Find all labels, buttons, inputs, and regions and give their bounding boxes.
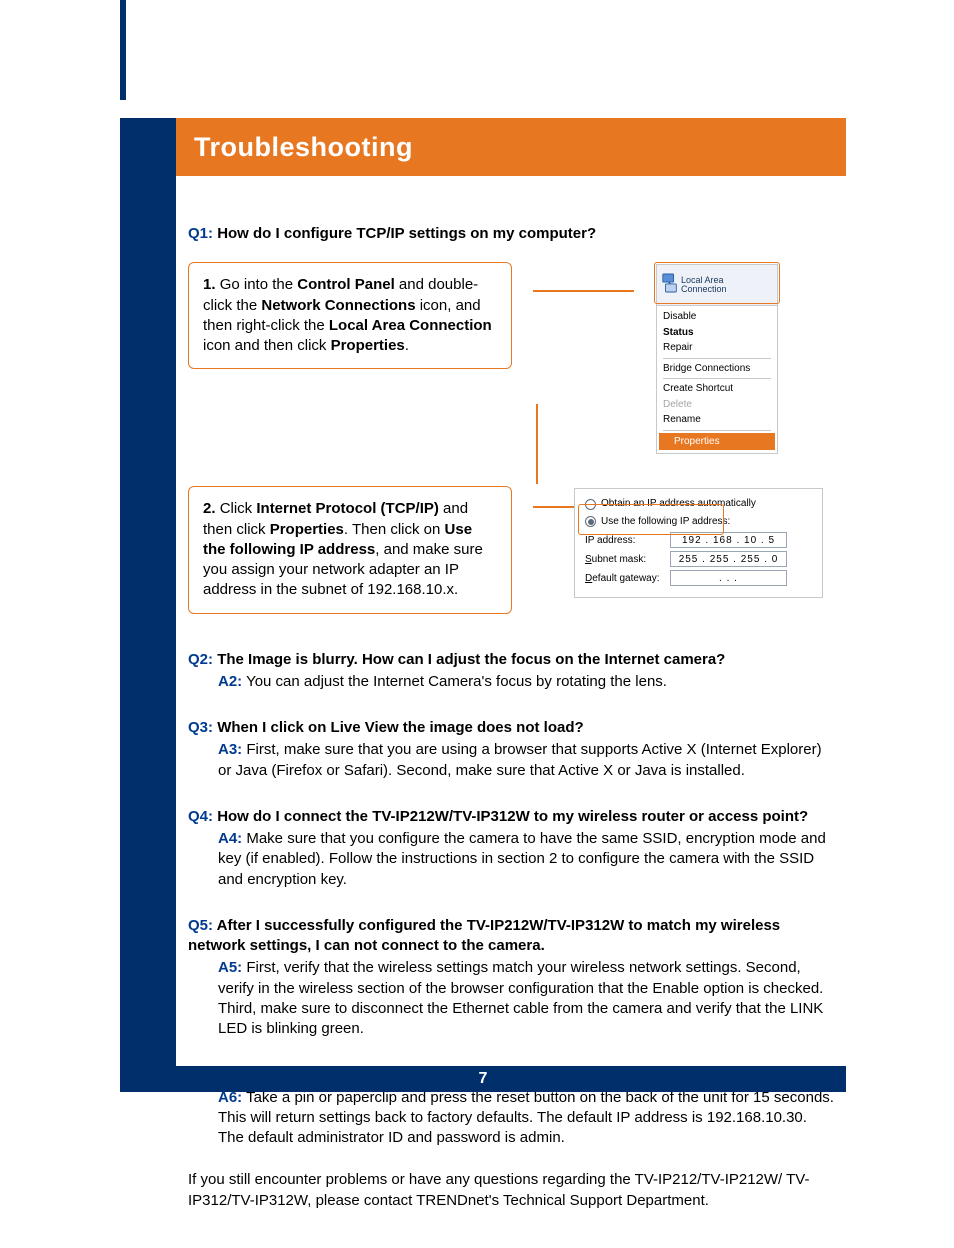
a6-text: Take a pin or paperclip and press the re…: [218, 1089, 834, 1147]
menu-properties: Properties: [659, 433, 775, 451]
page-title-banner: Troubleshooting: [176, 118, 846, 176]
menu-properties-label: Properties: [674, 435, 720, 449]
ip-row-subnet: SSubnet mask:ubnet mask:255 . 255 . 255 …: [585, 551, 812, 567]
content-area: Q1: How do I configure TCP/IP settings o…: [188, 198, 836, 1211]
side-stripe-top: [120, 0, 126, 100]
step1-box: 1. Go into the Control Panel and double-…: [188, 262, 512, 369]
q3-label: Q3:: [188, 719, 213, 736]
step2-text-4: . Then click on: [344, 521, 445, 538]
closing-note: If you still encounter problems or have …: [188, 1170, 836, 1211]
connector-vert: [536, 404, 538, 484]
step2-text-0: Click: [220, 500, 257, 517]
ip-row-gateway: Default gateway:. . .: [585, 570, 812, 586]
radio-icon-selected: [585, 516, 596, 527]
menu-shortcut: Create Shortcut: [663, 381, 771, 397]
radio-use: Use the following IP address:: [585, 515, 812, 529]
q2-label: Q2:: [188, 651, 213, 668]
q2-text: The Image is blurry. How can I adjust th…: [217, 651, 725, 668]
step2-b-1: Internet Protocol (TCP/IP): [256, 500, 439, 517]
a3-text: First, make sure that you are using a br…: [218, 741, 822, 778]
page-number: 7: [479, 1070, 488, 1088]
radio-obtain: Obtain an IP address automatically: [585, 497, 812, 511]
a3: A3: First, make sure that you are using …: [218, 740, 836, 781]
a5: A5: First, verify that the wireless sett…: [218, 958, 836, 1039]
q5-text: After I successfully configured the TV-I…: [188, 917, 780, 954]
menu-status: Status: [663, 325, 771, 341]
q3: Q3: When I click on Live View the image …: [188, 718, 836, 738]
a5-text: First, verify that the wireless settings…: [218, 959, 823, 1037]
lac-icon-area: Local Area Connection: [657, 265, 777, 306]
step1-b-1: Control Panel: [297, 276, 395, 293]
q1-label: Q1:: [188, 225, 213, 242]
step2-num: 2.: [203, 500, 216, 517]
menu-delete: Delete: [663, 397, 771, 413]
page-footer: 7: [120, 1066, 846, 1092]
screenshot-1-wrap: Local Area Connection Disable Status Rep…: [656, 262, 778, 454]
ip-settings-screenshot: Obtain an IP address automatically Use t…: [574, 488, 823, 598]
radio-icon: [585, 499, 596, 510]
a2-text: You can adjust the Internet Camera's foc…: [246, 673, 667, 690]
step2-box: 2. Click Internet Protocol (TCP/IP) and …: [188, 486, 512, 613]
step1-text-0: Go into the: [220, 276, 298, 293]
step1-b-3: Network Connections: [261, 297, 415, 314]
radio-use-label: Use the following IP address:: [601, 515, 730, 529]
side-stripe: [120, 118, 176, 1072]
menu-rename: Rename: [663, 412, 771, 428]
step2-b-3: Properties: [270, 521, 344, 538]
q4: Q4: How do I connect the TV-IP212W/TV-IP…: [188, 807, 836, 827]
a4-label: A4:: [218, 830, 242, 847]
q4-label: Q4:: [188, 808, 213, 825]
a5-label: A5:: [218, 959, 242, 976]
step1-text-8: .: [405, 337, 409, 354]
a3-label: A3:: [218, 741, 242, 758]
q2: Q2: The Image is blurry. How can I adjus…: [188, 650, 836, 670]
network-icon: [661, 272, 679, 299]
step1-text-6: icon and then click: [203, 337, 331, 354]
q1-text: How do I configure TCP/IP settings on my…: [217, 225, 596, 242]
q5: Q5: After I successfully configured the …: [188, 916, 836, 957]
callout-dot-icon: [664, 439, 670, 445]
q4-text: How do I connect the TV-IP212W/TV-IP312W…: [217, 808, 808, 825]
q3-text: When I click on Live View the image does…: [217, 719, 583, 736]
connector-2: [534, 486, 552, 613]
lac-label: Local Area Connection: [681, 276, 727, 294]
menu-bridge: Bridge Connections: [663, 361, 771, 377]
ip-row-address: IP address:192 . 168 . 10 . 5: [585, 532, 812, 548]
screenshot-2-wrap: Obtain an IP address automatically Use t…: [574, 486, 823, 598]
a4-text: Make sure that you configure the camera …: [218, 830, 826, 888]
step1-b-7: Properties: [331, 337, 405, 354]
step1-num: 1.: [203, 276, 216, 293]
radio-obtain-label: Obtain an IP address automatically: [601, 497, 756, 511]
a6: A6: Take a pin or paperclip and press th…: [218, 1088, 836, 1149]
context-menu-screenshot: Local Area Connection Disable Status Rep…: [656, 264, 778, 454]
page: Troubleshooting Q1: How do I configure T…: [0, 0, 954, 1248]
menu-repair: Repair: [663, 340, 771, 356]
a2-label: A2:: [218, 673, 242, 690]
q5-label: Q5:: [188, 917, 213, 934]
page-title: Troubleshooting: [194, 132, 413, 163]
menu-disable: Disable: [663, 309, 771, 325]
a4: A4: Make sure that you configure the cam…: [218, 829, 836, 890]
connector-1: [534, 262, 634, 454]
q1: Q1: How do I configure TCP/IP settings o…: [188, 224, 836, 244]
step1-b-5: Local Area Connection: [329, 317, 492, 334]
a2: A2: You can adjust the Internet Camera's…: [218, 672, 836, 692]
